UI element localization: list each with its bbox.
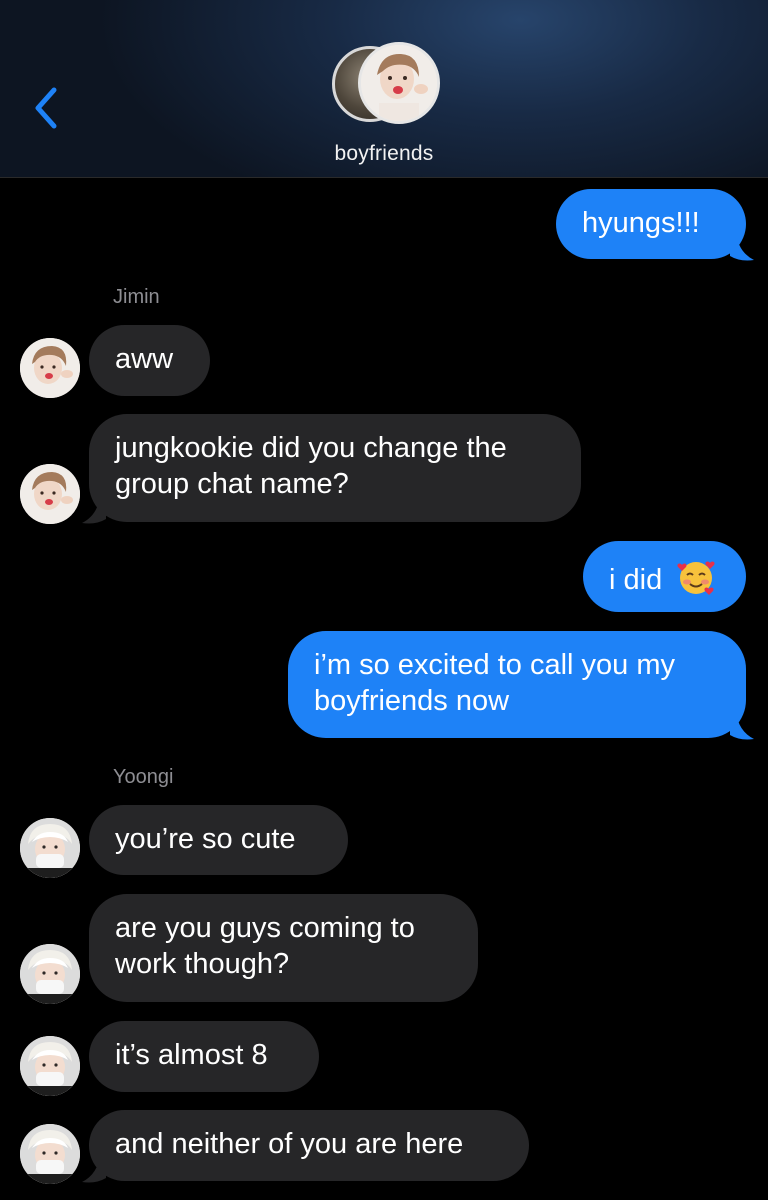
message-text-line: i’m so excited to call you my: [314, 649, 676, 681]
message-text-line: jungkookie did you change the: [115, 432, 507, 464]
message-text: it’s almost 8: [115, 1039, 268, 1071]
sender-avatar-jimin[interactable]: [20, 338, 80, 398]
sender-avatar-yoongi[interactable]: [20, 1124, 80, 1184]
message-bubble-incoming[interactable]: jungkookie did you change the group chat…: [89, 414, 581, 522]
message-text: hyungs!!!: [582, 207, 700, 239]
message-bubble-outgoing[interactable]: hyungs!!!: [556, 189, 746, 259]
chevron-left-icon: [35, 87, 57, 129]
group-avatar[interactable]: [330, 42, 440, 132]
message-bubble-incoming[interactable]: you’re so cute: [89, 805, 348, 875]
message-text-line: group chat name?: [115, 468, 349, 500]
message-text: i did: [609, 564, 663, 596]
sender-avatar-yoongi[interactable]: [20, 944, 80, 1004]
message-bubble-incoming[interactable]: it’s almost 8: [89, 1021, 319, 1092]
message-bubble-incoming[interactable]: aww: [89, 325, 210, 396]
back-button[interactable]: [28, 84, 64, 134]
message-bubble-incoming[interactable]: are you guys coming to work though?: [89, 894, 478, 1002]
bubble-tail: [82, 1154, 106, 1183]
message-text: and neither of you are here: [115, 1128, 464, 1160]
message-bubble-outgoing[interactable]: i’m so excited to call you my boyfriends…: [288, 631, 746, 738]
message-bubble-incoming[interactable]: and neither of you are here: [89, 1110, 529, 1181]
message-bubble-outgoing[interactable]: i did: [583, 541, 746, 612]
sender-name: Yoongi: [113, 766, 174, 788]
sender-avatar-yoongi[interactable]: [20, 818, 80, 878]
bubble-tail: [82, 495, 106, 524]
member-avatar-front: [358, 42, 440, 124]
bubble-tail: [730, 232, 754, 261]
message-text-line: boyfriends now: [314, 685, 510, 717]
message-text: aww: [115, 343, 174, 375]
message-text: you’re so cute: [115, 823, 296, 855]
sender-name: Jimin: [113, 286, 160, 308]
bubble-tail: [730, 711, 754, 740]
message-text-line: are you guys coming to: [115, 912, 415, 944]
conversation-header: boyfriends: [0, 0, 768, 178]
sender-avatar-jimin[interactable]: [20, 464, 80, 524]
group-name: boyfriends: [334, 142, 434, 165]
message-text-line: work though?: [115, 948, 290, 980]
sender-avatar-yoongi[interactable]: [20, 1036, 80, 1096]
smiling-face-with-hearts-emoji: [677, 561, 715, 595]
